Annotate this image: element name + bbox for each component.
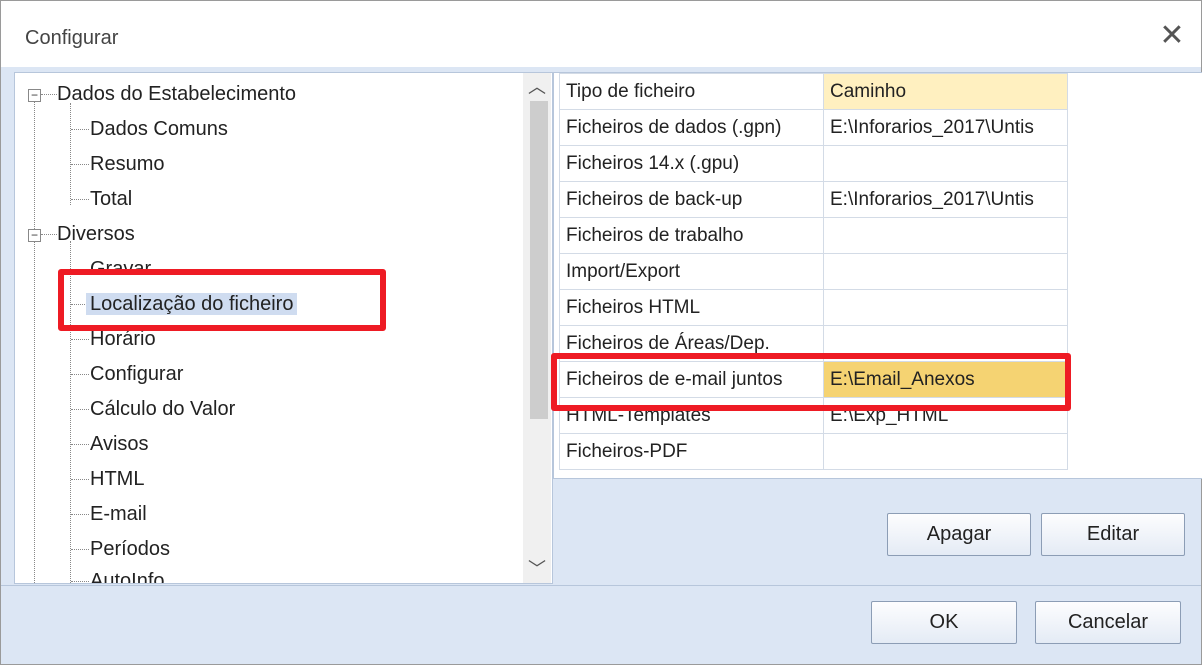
tree-content: − Dados do Estabelecimento Dados Comuns … [15,73,523,583]
cell-path[interactable] [823,433,1068,470]
tree-item-total[interactable]: Total [90,186,132,212]
tree-item-periodos[interactable]: Períodos [90,536,170,562]
cell-type[interactable]: Ficheiros de trabalho [559,217,824,254]
dialog-title: Configurar [25,27,119,49]
scroll-down-icon[interactable]: ﹀ [523,555,551,583]
scroll-thumb[interactable] [530,101,548,419]
table-row[interactable]: Ficheiros de back-up E:\Inforarios_2017\U… [559,181,1068,218]
collapse-icon[interactable]: − [28,229,41,242]
cell-type[interactable]: Ficheiros HTML [559,289,824,326]
divider [1,585,1201,586]
cell-path[interactable]: E:\Exp_HTML [823,397,1068,434]
tree-group-dados-estabelecimento[interactable]: Dados do Estabelecimento [57,81,296,107]
cell-type[interactable]: HTML-Templates [559,397,824,434]
cell-type[interactable]: Ficheiros de back-up [559,181,824,218]
cell-path[interactable]: E:\Inforarios_2017\Untis [823,181,1068,218]
tree-item-avisos[interactable]: Avisos [90,431,149,457]
cell-path[interactable] [823,289,1068,326]
cell-path[interactable]: E:\Inforarios_2017\Untis [823,109,1068,146]
cell-type[interactable]: Ficheiros de Áreas/Dep. [559,325,824,362]
configure-dialog: Configurar ✕ − Dados do Estabelecimento … [0,0,1202,665]
cell-path[interactable] [823,325,1068,362]
tree-item-configurar[interactable]: Configurar [90,361,183,387]
title-bar: Configurar ✕ [1,1,1201,67]
file-locations-grid: Tipo de ficheiro Caminho Ficheiros de da… [553,72,1202,479]
cell-type[interactable]: Ficheiros-PDF [559,433,824,470]
delete-button[interactable]: Apagar [887,513,1031,556]
table-row[interactable]: HTML-Templates E:\Exp_HTML [559,397,1068,434]
dialog-body: − Dados do Estabelecimento Dados Comuns … [1,67,1202,664]
table-row[interactable]: Ficheiros-PDF [559,433,1068,470]
collapse-icon[interactable]: − [28,89,41,102]
cell-type[interactable]: Import/Export [559,253,824,290]
table-row[interactable]: Ficheiros 14.x (.gpu) [559,145,1068,182]
table-row[interactable]: Import/Export [559,253,1068,290]
tree-item-autoinfo[interactable]: AutoInfo [90,568,165,583]
tree-item-email[interactable]: E-mail [90,501,147,527]
table-row-selected[interactable]: Ficheiros de e-mail juntos E:\Email_Anexo… [559,361,1068,398]
cell-type[interactable]: Ficheiros 14.x (.gpu) [559,145,824,182]
cancel-button[interactable]: Cancelar [1035,601,1181,644]
scroll-up-icon[interactable]: ︿ [523,73,551,101]
cell-path[interactable] [823,145,1068,182]
column-header-type[interactable]: Tipo de ficheiro [559,73,824,110]
table-row[interactable]: Ficheiros de Áreas/Dep. [559,325,1068,362]
cell-type[interactable]: Ficheiros de dados (.gpn) [559,109,824,146]
tree-item-resumo[interactable]: Resumo [90,151,164,177]
cell-path[interactable] [823,217,1068,254]
tree-item-localizacao-ficheiro[interactable]: Localização do ficheiro [86,291,298,317]
ok-button[interactable]: OK [871,601,1017,644]
tree-item-calculo-valor[interactable]: Cálculo do Valor [90,396,235,422]
close-icon[interactable]: ✕ [1151,15,1193,57]
tree-group-diversos[interactable]: Diversos [57,221,135,247]
tree-item-gravar[interactable]: Gravar [90,256,151,282]
cell-path[interactable] [823,253,1068,290]
cell-path[interactable]: E:\Email_Anexos [823,361,1068,398]
table-row[interactable]: Ficheiros HTML [559,289,1068,326]
column-header-path[interactable]: Caminho [823,73,1068,110]
file-locations-table: Tipo de ficheiro Caminho Ficheiros de da… [559,73,1068,470]
tree-scrollbar[interactable]: ︿ ﹀ [523,73,551,583]
tree-item-horario[interactable]: Horário [90,326,156,352]
cell-type[interactable]: Ficheiros de e-mail juntos [559,361,824,398]
tree-item-dados-comuns[interactable]: Dados Comuns [90,116,228,142]
settings-tree: − Dados do Estabelecimento Dados Comuns … [14,72,553,584]
tree-item-html[interactable]: HTML [90,466,144,492]
edit-button[interactable]: Editar [1041,513,1185,556]
table-row[interactable]: Ficheiros de trabalho [559,217,1068,254]
table-row[interactable]: Ficheiros de dados (.gpn) E:\Inforarios_2… [559,109,1068,146]
table-header-row: Tipo de ficheiro Caminho [559,73,1068,110]
